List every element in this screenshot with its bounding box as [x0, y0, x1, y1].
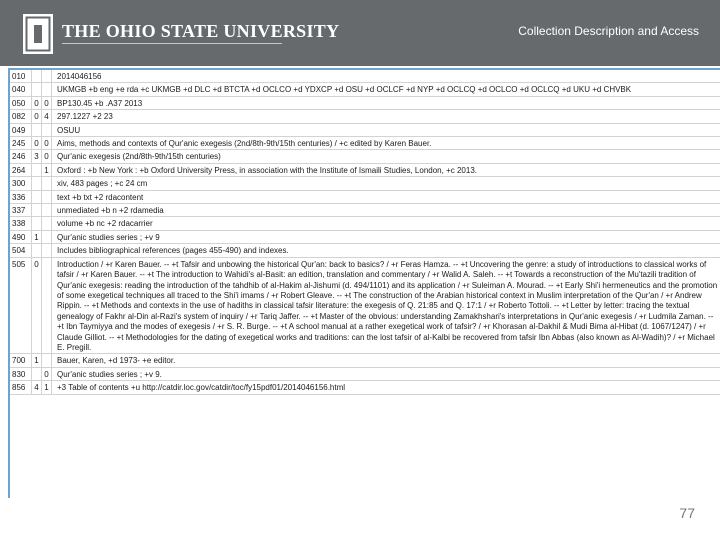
field-value-cell: 297.1227 +2 23 [57, 112, 113, 122]
wordmark-divider [62, 43, 282, 44]
indicator-2-cell [42, 217, 52, 230]
table-row: 300 xiv, 483 pages ; +c 24 cm [10, 177, 720, 191]
indicator-2-cell [42, 70, 52, 83]
table-row: 082 0 4 297.1227 +2 23 [10, 110, 720, 124]
indicator-2-cell: 0 [42, 96, 52, 110]
field-value-cell: BP130.45 +b .A37 2013 [57, 98, 143, 108]
field-value-cell: volume +b nc +2 rdacarrier [57, 219, 153, 229]
indicator-1-cell [32, 204, 42, 217]
marc-tag-cell: 336 [10, 190, 32, 204]
indicator-2-cell [42, 244, 52, 257]
page-number: 77 [679, 505, 695, 521]
table-row: 050 0 0 BP130.45 +b .A37 2013 [10, 96, 720, 111]
university-name: THE OHIO STATE UNIVERSITY [62, 21, 340, 41]
marc-tag-cell: 830 [10, 367, 32, 381]
indicator-1-cell [32, 367, 42, 381]
marc-tag-cell: 010 [10, 70, 32, 83]
marc-tag-cell: 040 [10, 83, 32, 96]
indicator-2-cell: 1 [42, 381, 52, 394]
field-value-cell: OSUU [57, 125, 81, 135]
field-value-cell: xiv, 483 pages ; +c 24 cm [57, 179, 148, 189]
table-row: 246 3 0 Qur'anic exegesis (2nd/8th-9th/15th… [10, 150, 720, 164]
field-value-cell: 2014046156 [57, 72, 102, 81]
ohio-state-block-o-logo [23, 14, 53, 54]
field-value-cell: text +b txt +2 rdacontent [57, 192, 144, 202]
marc-tag-cell: 504 [10, 244, 32, 257]
indicator-2-cell [42, 354, 52, 367]
table-row: 010 2014046156 [10, 70, 720, 84]
indicator-1-cell: 3 [32, 150, 42, 163]
marc-tag-cell: 856 [10, 381, 32, 394]
table-row: 700 1 Bauer, Karen, +d 1973- +e editor. [10, 354, 720, 368]
indicator-2-cell: 0 [42, 137, 52, 150]
indicator-1-cell: 1 [32, 354, 42, 367]
indicator-1-cell [32, 70, 42, 83]
table-row: 264 1 Oxford : +b New York : +b Oxford Uni… [10, 163, 720, 178]
field-value-cell: UKMGB +b eng +e rda +c UKMGB +d DLC +d B… [57, 85, 632, 95]
marc-tag-cell: 300 [10, 177, 32, 190]
marc-tag-cell: 049 [10, 123, 32, 137]
indicator-1-cell [32, 244, 42, 257]
field-value-cell: Includes bibliographical references (pag… [57, 246, 289, 256]
table-row: 505 0 Introduction / +r Karen Bauer. -- +t… [10, 257, 720, 355]
field-value-cell: Qur'anic exegesis (2nd/8th-9th/15th cent… [57, 152, 221, 162]
indicator-2-cell: 1 [42, 163, 52, 177]
field-value-cell: +3 Table of contents +u http://catdir.lo… [57, 383, 346, 393]
field-value-cell: Introduction / +r Karen Bauer. -- +t Taf… [57, 259, 718, 352]
top-banner: THE OHIO STATE UNIVERSITY Collection Des… [0, 0, 720, 66]
marc-tag-cell: 245 [10, 137, 32, 150]
indicator-1-cell [32, 163, 42, 177]
indicator-1-cell: 0 [32, 110, 42, 123]
indicator-2-cell [42, 177, 52, 190]
table-row: 245 0 0 Aims, methods and contexts of Qur'a… [10, 137, 720, 151]
field-value-cell: Oxford : +b New York : +b Oxford Univers… [57, 165, 477, 175]
marc-tag-cell: 338 [10, 217, 32, 230]
indicator-1-cell: 4 [32, 381, 42, 394]
indicator-1-cell [32, 217, 42, 230]
indicator-1-cell: 0 [32, 137, 42, 150]
field-value-cell: unmediated +b n +2 rdamedia [57, 206, 164, 216]
table-row: 338 volume +b nc +2 rdacarrier [10, 217, 720, 231]
indicator-1-cell [32, 83, 42, 96]
table-row: 490 1 Qur'anic studies series ; +v 9 [10, 230, 720, 245]
marc-tag-cell: 700 [10, 354, 32, 367]
table-row: 049 OSUU [10, 123, 720, 138]
marc-tag-cell: 505 [10, 257, 32, 354]
indicator-1-cell: 0 [32, 257, 42, 354]
indicator-2-cell [42, 204, 52, 217]
section-title: Collection Description and Access [518, 24, 699, 38]
field-value-cell: Qur'anic studies series ; +v 9. [57, 369, 162, 379]
indicator-2-cell [42, 83, 52, 96]
indicator-2-cell [42, 257, 52, 354]
field-value-cell: Bauer, Karen, +d 1973- +e editor. [57, 356, 176, 366]
marc-tag-cell: 246 [10, 150, 32, 163]
field-value-cell: Qur'anic studies series ; +v 9 [57, 232, 160, 242]
marc-tag-cell: 264 [10, 163, 32, 177]
marc-tag-cell: 050 [10, 96, 32, 110]
indicator-2-cell [42, 123, 52, 137]
indicator-1-cell [32, 190, 42, 204]
marc-tag-cell: 490 [10, 230, 32, 244]
indicator-2-cell: 4 [42, 110, 52, 123]
indicator-2-cell [42, 190, 52, 204]
marc-record-table: 010 2014046156 040 UKMGB +b eng +e rda +c U… [8, 68, 720, 498]
field-value-cell: Aims, methods and contexts of Qur'anic e… [57, 139, 432, 149]
indicator-1-cell: 1 [32, 230, 42, 244]
marc-field-list: 010 2014046156 040 UKMGB +b eng +e rda +c U… [10, 70, 720, 395]
marc-tag-cell: 337 [10, 204, 32, 217]
indicator-2-cell: 0 [42, 367, 52, 381]
indicator-1-cell: 0 [32, 96, 42, 110]
table-row: 856 4 1 +3 Table of contents +u http://catd… [10, 381, 720, 395]
indicator-2-cell: 0 [42, 150, 52, 163]
table-row: 337 unmediated +b n +2 rdamedia [10, 204, 720, 218]
table-row: 336 text +b txt +2 rdacontent [10, 190, 720, 205]
indicator-1-cell [32, 123, 42, 137]
table-row: 040 UKMGB +b eng +e rda +c UKMGB +d DLC +… [10, 83, 720, 97]
indicator-2-cell [42, 230, 52, 244]
table-row: 504 Includes bibliographical references (… [10, 244, 720, 258]
marc-tag-cell: 082 [10, 110, 32, 123]
table-row: 830 0 Qur'anic studies series ; +v 9. [10, 367, 720, 382]
indicator-1-cell [32, 177, 42, 190]
